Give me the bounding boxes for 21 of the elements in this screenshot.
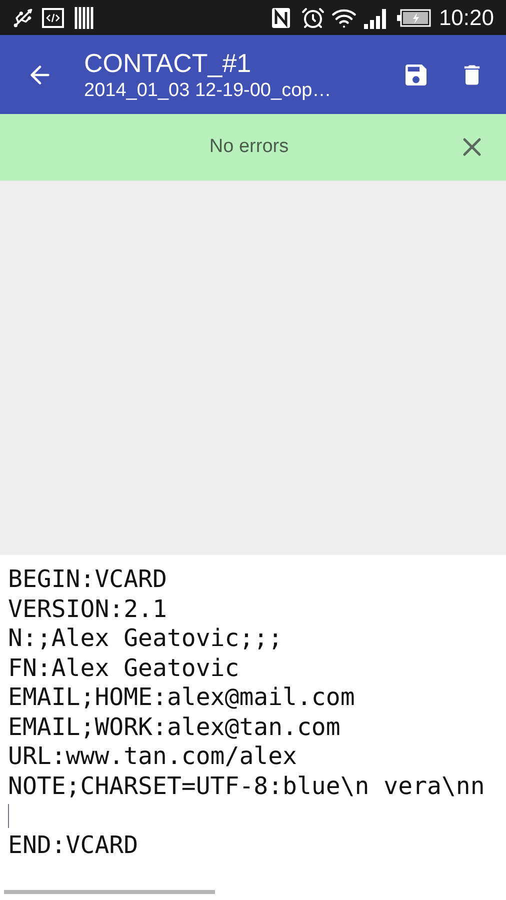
code-line: FN:Alex Geatovic [8,654,240,683]
nfc-icon [270,6,291,28]
text-cursor [8,804,9,828]
toolbar-subtitle: 2014_01_03 12-19-00_cop… [84,78,332,102]
code-line: EMAIL;WORK:alex@tan.com [8,712,340,742]
code-icon [42,8,64,28]
bars-icon [74,6,94,28]
code-line: BEGIN:VCARD [8,565,167,594]
code-line: END:VCARD [8,830,138,860]
toolbar-title: CONTACT_#1 [84,46,252,78]
alarm-icon [300,6,325,30]
signal-icon [362,6,389,28]
code-line: NOTE;CHARSET=UTF-8:blue\n vera\nn [8,772,485,801]
status-time: 10:20 [438,4,494,32]
code-line: URL:www.tan.com/alex [8,742,297,772]
banner-message: No errors [209,134,289,159]
code-line: N:;Alex Geatovic;;; [8,624,283,654]
code-line: EMAIL;HOME:alex@mail.com [8,683,355,712]
battery-icon [396,8,431,28]
code-line: VERSION:2.1 [8,594,167,624]
usb-icon [12,6,34,28]
